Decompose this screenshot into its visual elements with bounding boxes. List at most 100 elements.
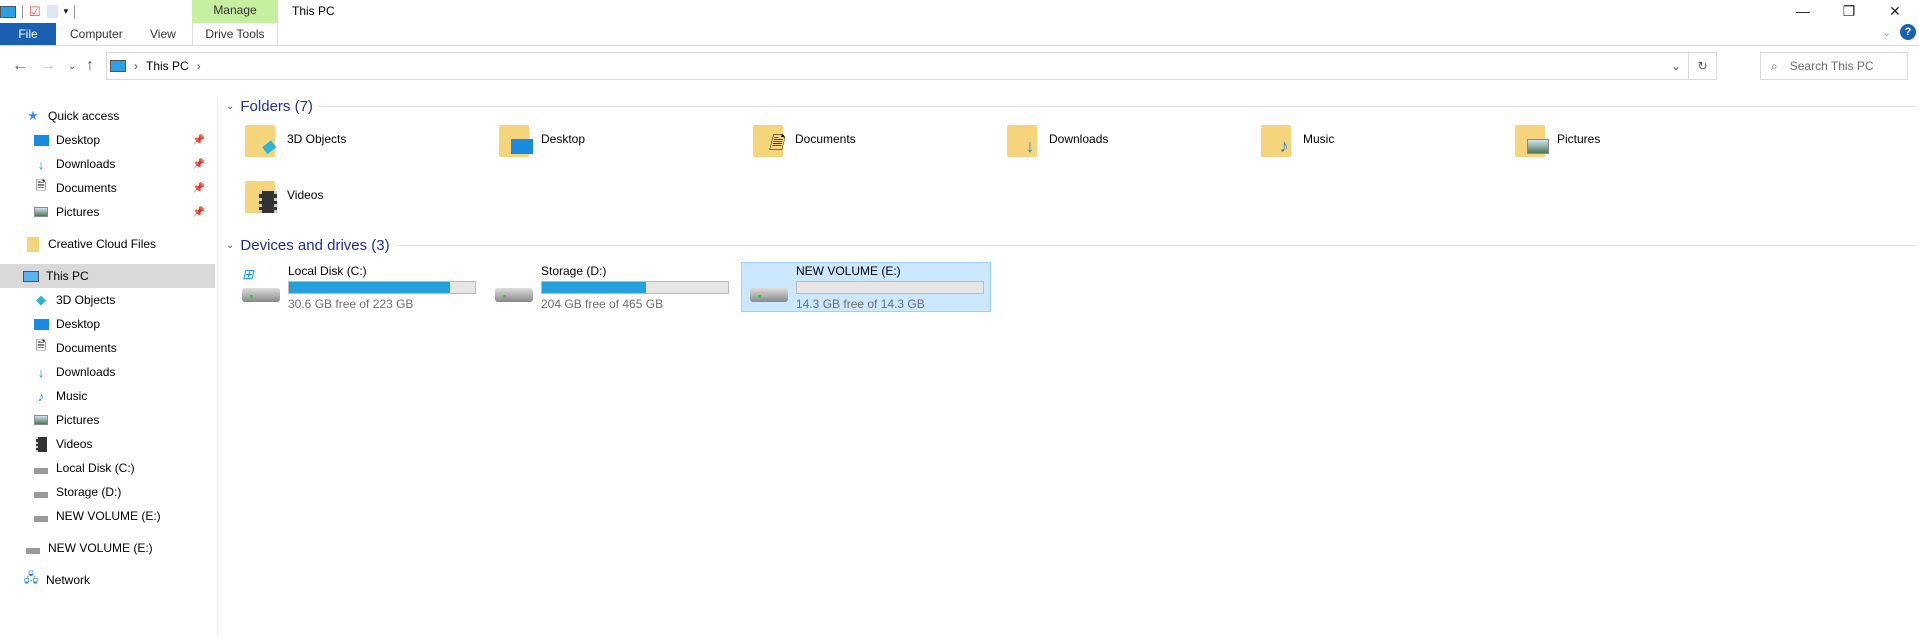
- sidebar-item-label: NEW VOLUME (E:): [48, 541, 153, 555]
- folder-videos[interactable]: Videos: [243, 171, 323, 219]
- manage-context-header: Manage: [192, 0, 278, 23]
- drive-icon: [25, 540, 41, 556]
- breadcrumb-this-pc[interactable]: This PC: [146, 59, 189, 73]
- sidebar-item-label: Downloads: [56, 365, 116, 379]
- folder-3d-objects[interactable]: ◆ 3D Objects: [243, 115, 346, 163]
- sidebar-item-label: Pictures: [56, 413, 100, 427]
- sidebar-item-creative-cloud[interactable]: Creative Cloud Files: [0, 232, 215, 256]
- sidebar-item-3d-objects[interactable]: ◆ 3D Objects: [0, 288, 215, 312]
- tab-drive-tools[interactable]: Drive Tools: [192, 23, 278, 45]
- sidebar-item-label: Quick access: [48, 109, 120, 123]
- pin-icon[interactable]: 📌: [193, 135, 205, 146]
- drive-local-disk-c[interactable]: ⊞ Local Disk (C:) 30.6 GB free of 223 GB: [234, 262, 484, 312]
- forward-button[interactable]: →: [40, 57, 56, 75]
- sidebar-item-label: Pictures: [56, 205, 100, 219]
- folder-documents[interactable]: 🗎 Documents: [751, 115, 856, 163]
- folder-label: Downloads: [1049, 132, 1109, 146]
- pin-icon[interactable]: 📌: [193, 207, 205, 218]
- folder-label: Music: [1303, 132, 1335, 146]
- refresh-button[interactable]: ↻: [1688, 53, 1716, 79]
- back-button[interactable]: ←: [12, 57, 28, 75]
- sidebar-item-new-volume-e[interactable]: NEW VOLUME (E:): [0, 504, 215, 528]
- computer-icon: [110, 60, 126, 72]
- minimize-button[interactable]: —: [1780, 0, 1826, 22]
- tab-computer[interactable]: Computer: [56, 23, 137, 45]
- chevron-right-icon[interactable]: ›: [197, 59, 201, 73]
- sidebar-item-label: Videos: [56, 437, 93, 451]
- divider: [318, 106, 1916, 107]
- downloads-icon: ↓: [37, 156, 45, 172]
- drive-label: Storage (D:): [541, 263, 607, 278]
- sidebar-item-label: Music: [56, 389, 88, 403]
- pictures-icon: [33, 412, 49, 428]
- sidebar-item-downloads[interactable]: ↓ Downloads 📌: [0, 152, 215, 176]
- pin-icon[interactable]: 📌: [193, 159, 205, 170]
- sidebar-item-label: NEW VOLUME (E:): [56, 509, 161, 523]
- sidebar-item-quick-access[interactable]: ★ Quick access: [0, 104, 215, 128]
- quick-access-toolbar: ☑ ▾: [0, 0, 76, 23]
- sidebar-item-this-pc[interactable]: This PC: [0, 264, 215, 288]
- folder-music[interactable]: ♪ Music: [1259, 115, 1334, 163]
- sidebar-item-pictures[interactable]: Pictures: [0, 408, 215, 432]
- up-button[interactable]: ↑: [86, 57, 94, 75]
- properties-icon[interactable]: ☑: [29, 4, 41, 20]
- sidebar-item-downloads[interactable]: ↓ Downloads: [0, 360, 215, 384]
- desktop-icon: [33, 316, 49, 332]
- sidebar-item-label: Creative Cloud Files: [48, 237, 157, 251]
- expand-ribbon-icon[interactable]: ⌄: [1882, 26, 1891, 39]
- folder-pictures[interactable]: Pictures: [1513, 115, 1600, 163]
- drive-new-volume-e[interactable]: NEW VOLUME (E:) 14.3 GB free of 14.3 GB: [741, 262, 991, 312]
- sidebar-item-documents[interactable]: 🗎 Documents 📌: [0, 176, 215, 200]
- address-bar[interactable]: › This PC › ⌄ ↻: [106, 52, 1717, 80]
- folders-group-header[interactable]: ⌄ Folders (7): [226, 98, 1916, 115]
- 3d-objects-folder-icon: ◆: [243, 119, 281, 159]
- restore-button[interactable]: ❐: [1826, 0, 1872, 22]
- pin-icon[interactable]: 📌: [193, 183, 205, 194]
- sidebar-item-label: Downloads: [56, 157, 116, 171]
- sidebar-item-storage-d[interactable]: Storage (D:): [0, 480, 215, 504]
- window-title: This PC: [292, 4, 335, 18]
- sidebar-item-network[interactable]: 🖧 Network: [0, 568, 215, 592]
- drive-free-space: 204 GB free of 465 GB: [541, 296, 664, 311]
- sidebar-item-desktop[interactable]: Desktop 📌: [0, 128, 215, 152]
- sidebar-item-removable-e[interactable]: NEW VOLUME (E:): [0, 536, 215, 560]
- new-folder-icon[interactable]: [46, 5, 58, 18]
- sidebar-item-desktop[interactable]: Desktop: [0, 312, 215, 336]
- close-button[interactable]: ✕: [1872, 0, 1918, 22]
- customize-toolbar-icon[interactable]: ▾: [64, 6, 69, 17]
- sidebar-item-label: Local Disk (C:): [56, 461, 135, 475]
- search-input[interactable]: ⌕ Search This PC: [1760, 52, 1908, 80]
- music-folder-icon: ♪: [1259, 119, 1297, 159]
- sidebar-item-pictures[interactable]: Pictures 📌: [0, 200, 215, 224]
- drive-free-space: 14.3 GB free of 14.3 GB: [796, 296, 925, 311]
- drive-usage-bar: [796, 280, 984, 294]
- divider: [22, 4, 23, 19]
- sidebar-item-videos[interactable]: Videos: [0, 432, 215, 456]
- downloads-folder-icon: ↓: [1005, 119, 1043, 159]
- tab-file[interactable]: File: [0, 23, 56, 45]
- sidebar-item-label: Documents: [56, 341, 117, 355]
- help-icon[interactable]: ?: [1900, 24, 1916, 40]
- system-drive-icon: [33, 460, 49, 476]
- drives-group-header[interactable]: ⌄ Devices and drives (3): [226, 237, 1916, 254]
- folder-label: Videos: [287, 188, 324, 202]
- folder-label: 3D Objects: [287, 132, 347, 146]
- sidebar-item-music[interactable]: ♪ Music: [0, 384, 215, 408]
- chevron-right-icon[interactable]: ›: [134, 59, 138, 73]
- folder-downloads[interactable]: ↓ Downloads: [1005, 115, 1108, 163]
- drive-storage-d[interactable]: Storage (D:) 204 GB free of 465 GB: [487, 262, 737, 312]
- address-dropdown-icon[interactable]: ⌄: [1664, 59, 1688, 73]
- divider: [0, 45, 1919, 46]
- sidebar-item-local-disk-c[interactable]: Local Disk (C:): [0, 456, 215, 480]
- sidebar-item-label: Desktop: [56, 317, 101, 331]
- recent-locations-button[interactable]: ⌄: [68, 61, 76, 72]
- sidebar-item-label: This PC: [46, 269, 89, 283]
- group-title: Devices and drives (3): [240, 237, 390, 254]
- tab-view[interactable]: View: [136, 23, 190, 45]
- drive-icon: [33, 508, 49, 524]
- sidebar-item-label: Desktop: [56, 133, 101, 147]
- sidebar-item-label: 3D Objects: [56, 293, 116, 307]
- folder-desktop[interactable]: Desktop: [497, 115, 585, 163]
- sidebar-item-documents[interactable]: 🗎 Documents: [0, 336, 215, 360]
- music-icon: ♪: [37, 388, 45, 404]
